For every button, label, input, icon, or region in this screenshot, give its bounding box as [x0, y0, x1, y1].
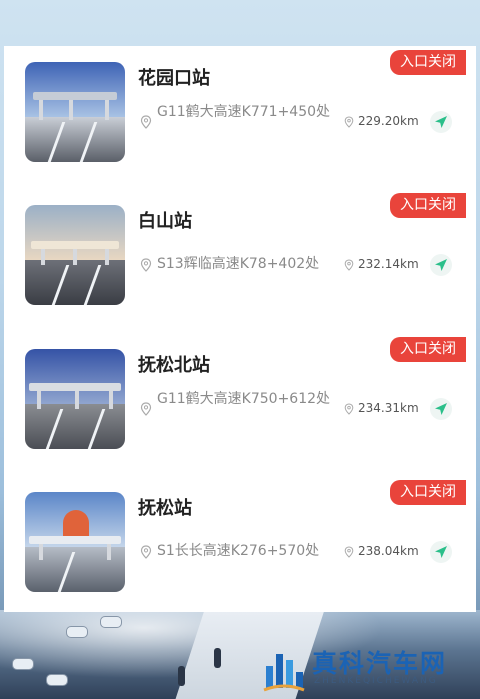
navigate-arrow-icon: [435, 259, 447, 271]
watermark: 真科汽车网 ZHENKEQICHEWANG: [262, 640, 472, 696]
navigate-button[interactable]: [430, 398, 452, 420]
background-person: [214, 648, 221, 668]
station-item[interactable]: 花园口站 入口关闭 G11鹤大高速K771+450处 229.20km: [4, 46, 476, 188]
background-car: [66, 626, 88, 638]
navigate-button[interactable]: [430, 111, 452, 133]
station-name: 花园口站: [138, 68, 210, 89]
station-item[interactable]: 白山站 入口关闭 S13辉临高速K78+402处 232.14km: [4, 189, 476, 331]
watermark-logo-icon: [263, 654, 305, 692]
station-address: S1长长高速K276+570处: [157, 543, 320, 559]
station-photo: [25, 62, 125, 162]
distance-pin-icon: [344, 116, 354, 128]
location-pin-icon: [140, 402, 152, 416]
background-car: [46, 674, 68, 686]
station-name: 白山站: [138, 211, 192, 232]
status-badge: 入口关闭: [390, 480, 466, 505]
station-photo: [25, 349, 125, 449]
station-distance: 229.20km: [358, 114, 419, 128]
navigate-arrow-icon: [435, 546, 447, 558]
station-address: G11鹤大高速K771+450处: [157, 104, 331, 120]
background-car: [12, 658, 34, 670]
status-badge: 入口关闭: [390, 50, 466, 75]
watermark-subtitle: ZHENKEQICHEWANG: [314, 676, 438, 686]
navigate-button[interactable]: [430, 541, 452, 563]
station-name: 抚松北站: [138, 355, 210, 376]
location-pin-icon: [140, 115, 152, 129]
background-person: [178, 666, 185, 686]
distance-pin-icon: [344, 546, 354, 558]
station-distance: 234.31km: [358, 401, 419, 415]
station-list: 花园口站 入口关闭 G11鹤大高速K771+450处 229.20km 白山站 …: [4, 46, 476, 612]
navigate-arrow-icon: [435, 116, 447, 128]
location-pin-icon: [140, 545, 152, 559]
station-photo: [25, 205, 125, 305]
station-photo: [25, 492, 125, 592]
status-badge: 入口关闭: [390, 193, 466, 218]
station-name: 抚松站: [138, 498, 192, 519]
distance-pin-icon: [344, 259, 354, 271]
watermark-title: 真科汽车网: [312, 649, 448, 678]
navigate-button[interactable]: [430, 254, 452, 276]
status-badge: 入口关闭: [390, 337, 466, 362]
station-distance: 238.04km: [358, 544, 419, 558]
distance-pin-icon: [344, 403, 354, 415]
station-address: S13辉临高速K78+402处: [157, 256, 320, 272]
location-pin-icon: [140, 258, 152, 272]
navigate-arrow-icon: [435, 403, 447, 415]
station-item[interactable]: 抚松站 入口关闭 S1长长高速K276+570处 238.04km: [4, 476, 476, 618]
station-item[interactable]: 抚松北站 入口关闭 G11鹤大高速K750+612处 234.31km: [4, 333, 476, 475]
station-address: G11鹤大高速K750+612处: [157, 391, 331, 407]
station-distance: 232.14km: [358, 257, 419, 271]
